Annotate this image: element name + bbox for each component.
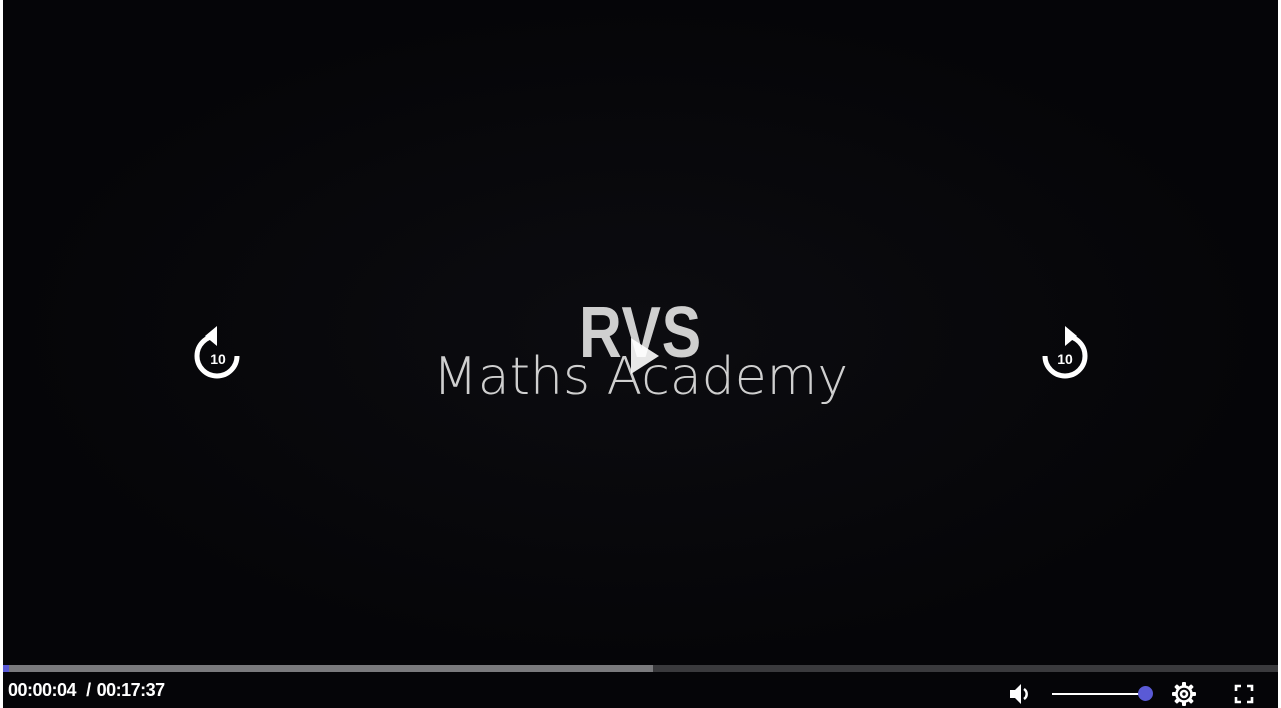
video-player[interactable]: RVS Maths Academy 10 10 00:00:04 / 00:17…: [3, 0, 1278, 708]
play-button[interactable]: [623, 334, 663, 378]
forward-10-button[interactable]: 10: [1037, 324, 1093, 384]
volume-fill: [1052, 693, 1142, 695]
volume-slider[interactable]: [1052, 685, 1153, 703]
forward-seconds-label: 10: [1057, 351, 1073, 367]
rewind-seconds-label: 10: [210, 351, 226, 367]
fullscreen-button[interactable]: [1233, 683, 1255, 705]
forward-10-icon: 10: [1042, 326, 1088, 379]
settings-button[interactable]: [1171, 681, 1197, 707]
volume-icon: [1010, 684, 1028, 704]
seek-bar-buffered: [3, 665, 654, 672]
gear-icon: [1172, 682, 1196, 706]
duration: 00:17:37: [96, 680, 166, 700]
volume-handle[interactable]: [1138, 686, 1153, 701]
time-display: 00:00:04 /00:17:37: [8, 680, 165, 701]
rewind-10-button[interactable]: 10: [189, 324, 245, 384]
seek-bar[interactable]: [3, 665, 1278, 672]
fullscreen-icon: [1234, 684, 1254, 704]
seek-bar-played: [3, 665, 9, 672]
current-time: 00:00:04: [8, 680, 77, 700]
mute-button[interactable]: [1007, 681, 1033, 707]
time-separator: /: [86, 680, 91, 700]
video-frame[interactable]: RVS Maths Academy 10 10: [3, 0, 1278, 665]
rewind-10-icon: 10: [194, 326, 240, 379]
play-icon: [631, 338, 659, 374]
